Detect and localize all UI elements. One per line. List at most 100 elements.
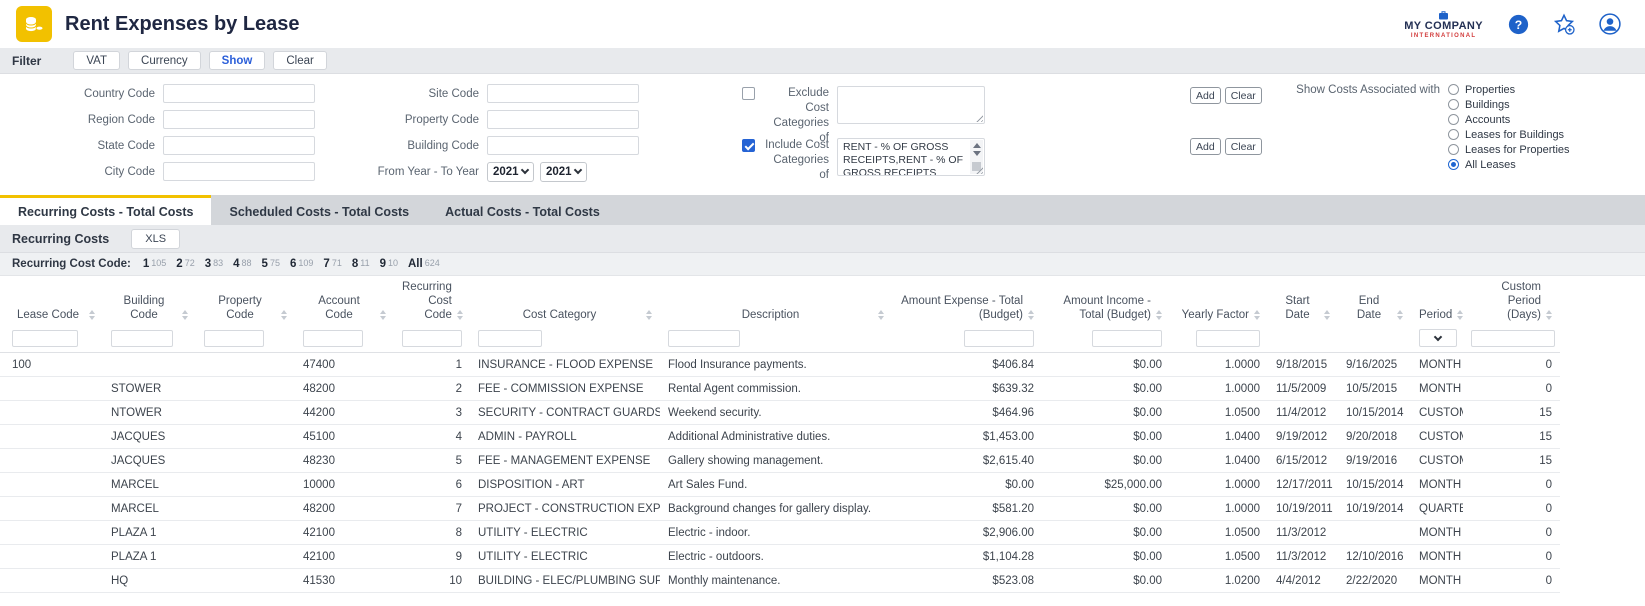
- sort-icon[interactable]: [1156, 310, 1162, 322]
- column-filter-lease-code[interactable]: [12, 329, 78, 347]
- page-link-4[interactable]: 4 88: [233, 258, 251, 270]
- column-filter-yearly-factor[interactable]: [1196, 329, 1260, 347]
- column-header-cost-category[interactable]: Cost Category: [470, 276, 660, 327]
- column-header-amount-expense-total-budget[interactable]: Amount Expense - Total (Budget): [892, 276, 1042, 327]
- vat-button[interactable]: VAT: [73, 51, 121, 70]
- xls-export-button[interactable]: XLS: [131, 228, 181, 249]
- column-filter-amount-expense-total-budget[interactable]: [964, 329, 1034, 347]
- page-link-9[interactable]: 9 10: [380, 258, 398, 270]
- column-filter-recurring-cost-code[interactable]: [402, 329, 462, 347]
- table-row[interactable]: NTOWER 44200 3 SECURITY - CONTRACT GUARDS We…: [0, 400, 1560, 425]
- column-header-amount-income-total-budget[interactable]: Amount Income - Total (Budget): [1042, 276, 1170, 327]
- column-header-lease-code[interactable]: Lease Code: [0, 276, 103, 327]
- page-link-7[interactable]: 7 71: [323, 258, 341, 270]
- filter-field-input-building-code[interactable]: [487, 136, 639, 155]
- column-filter-property-code[interactable]: [204, 329, 264, 347]
- page-link-8[interactable]: 8 11: [352, 258, 370, 270]
- add-button[interactable]: Add: [1190, 87, 1221, 104]
- costs-table: Lease Code Building Code Property Code Acco…: [0, 276, 1560, 593]
- exclude-cost-textarea[interactable]: [837, 86, 985, 124]
- sort-icon[interactable]: [1324, 310, 1330, 322]
- page-link-3[interactable]: 3 83: [205, 258, 223, 270]
- column-filter-cost-category[interactable]: [478, 329, 542, 347]
- table-row[interactable]: STOWER 48200 2 FEE - COMMISSION EXPENSE Rent…: [0, 376, 1560, 401]
- sort-icon[interactable]: [380, 310, 386, 322]
- column-header-start-date[interactable]: Start Date: [1268, 276, 1338, 327]
- filter-field-input-city-code[interactable]: [163, 162, 315, 181]
- column-filter-period[interactable]: [1419, 329, 1457, 347]
- page-link-5[interactable]: 5 75: [262, 258, 280, 270]
- column-header-yearly-factor[interactable]: Yearly Factor: [1170, 276, 1268, 327]
- sort-icon[interactable]: [1028, 310, 1034, 322]
- sort-icon[interactable]: [1254, 310, 1260, 322]
- to-year-select[interactable]: 2021: [540, 161, 587, 182]
- radio-option-leases-for-properties[interactable]: Leases for Properties: [1448, 142, 1570, 157]
- include-cost-checkbox[interactable]: [742, 139, 755, 152]
- tab-actual-costs-total-costs[interactable]: Actual Costs - Total Costs: [427, 195, 618, 225]
- radio-option-all-leases[interactable]: All Leases: [1448, 157, 1570, 172]
- include-cost-textarea[interactable]: RENT - % OF GROSS RECEIPTS,RENT - % OF G…: [837, 138, 985, 176]
- table-row[interactable]: JACQUES 45100 4 ADMIN - PAYROLL Additional A…: [0, 424, 1560, 449]
- table-row[interactable]: 100 47400 1 INSURANCE - FLOOD EXPENSE Flood …: [0, 352, 1560, 377]
- radio-option-accounts[interactable]: Accounts: [1448, 112, 1570, 127]
- page-link-1[interactable]: 1 105: [143, 258, 166, 270]
- column-header-description[interactable]: Description: [660, 276, 892, 327]
- scroll-up-icon[interactable]: [972, 143, 981, 148]
- page-link-2[interactable]: 2 72: [176, 258, 194, 270]
- table-row[interactable]: PLAZA 1 42100 8 UTILITY - ELECTRIC Electric …: [0, 520, 1560, 545]
- column-header-end-date[interactable]: End Date: [1338, 276, 1411, 327]
- filter-field-input-property-code[interactable]: [487, 110, 639, 129]
- clear-button[interactable]: Clear: [273, 51, 327, 70]
- table-row[interactable]: PLAZA 1 42100 9 UTILITY - ELECTRIC Electric …: [0, 544, 1560, 569]
- sort-icon[interactable]: [878, 310, 884, 322]
- tab-scheduled-costs-total-costs[interactable]: Scheduled Costs - Total Costs: [211, 195, 427, 225]
- cell-description: Electric - indoor.: [660, 520, 892, 545]
- currency-button[interactable]: Currency: [128, 51, 201, 70]
- filter-field-input-site-code[interactable]: [487, 84, 639, 103]
- column-filter-description[interactable]: [668, 329, 740, 347]
- sort-icon[interactable]: [456, 310, 463, 322]
- filter-field-input-country-code[interactable]: [163, 84, 315, 103]
- column-filter-account-code[interactable]: [303, 329, 363, 347]
- table-row[interactable]: MARCEL 482007PROJECT - CONSTRUCTION EXPEN…: [0, 496, 1560, 521]
- page-link-all[interactable]: All 624: [408, 258, 440, 270]
- page-link-6[interactable]: 6 109: [290, 258, 313, 270]
- sort-icon[interactable]: [646, 310, 652, 322]
- column-filter-building-code[interactable]: [111, 329, 173, 347]
- column-header-recurring-cost-code[interactable]: Recurring Cost Code: [394, 276, 470, 327]
- table-row[interactable]: HQ 4153010BUILDING - ELEC/PLUMBING SUPPLI…: [0, 568, 1560, 593]
- column-header-building-code[interactable]: Building Code: [103, 276, 196, 327]
- filter-field-input-state-code[interactable]: [163, 136, 315, 155]
- table-row[interactable]: MARCEL 10000 6 DISPOSITION - ART Art Sales F…: [0, 472, 1560, 497]
- radio-option-properties[interactable]: Properties: [1448, 82, 1570, 97]
- help-icon[interactable]: ?: [1507, 13, 1529, 35]
- user-icon[interactable]: [1599, 13, 1621, 35]
- tab-recurring-costs-total-costs[interactable]: Recurring Costs - Total Costs: [0, 195, 212, 225]
- scroll-down-icon[interactable]: [972, 151, 981, 156]
- column-header-custom-period-days[interactable]: Custom Period (Days): [1463, 276, 1560, 327]
- column-header-period[interactable]: Period: [1411, 276, 1464, 327]
- sort-icon[interactable]: [1457, 310, 1464, 322]
- column-header-property-code[interactable]: Property Code: [196, 276, 295, 327]
- add-button[interactable]: Add: [1190, 138, 1221, 155]
- clear-button[interactable]: Clear: [1224, 138, 1262, 155]
- sort-icon[interactable]: [89, 310, 95, 322]
- radio-option-leases-for-buildings[interactable]: Leases for Buildings: [1448, 127, 1570, 142]
- sort-icon[interactable]: [182, 310, 188, 322]
- filter-field-input-region-code[interactable]: [163, 110, 315, 129]
- column-filter-amount-income-total-budget[interactable]: [1092, 329, 1162, 347]
- exclude-cost-checkbox[interactable]: [742, 87, 755, 100]
- show-button[interactable]: Show: [208, 51, 266, 70]
- sort-icon[interactable]: [1546, 310, 1552, 322]
- sort-icon[interactable]: [281, 310, 287, 322]
- cell-property-code: [196, 520, 295, 545]
- table-row[interactable]: JACQUES 48230 5 FEE - MANAGEMENT EXPENSE Gal…: [0, 448, 1560, 473]
- column-filter-custom-period-days[interactable]: [1471, 329, 1555, 347]
- sort-icon[interactable]: [1397, 310, 1403, 322]
- column-header-account-code[interactable]: Account Code: [295, 276, 394, 327]
- star-plus-icon[interactable]: [1553, 13, 1575, 35]
- radio-option-buildings[interactable]: Buildings: [1448, 97, 1570, 112]
- resize-handle-icon[interactable]: [974, 113, 983, 122]
- from-year-select[interactable]: 2021: [487, 161, 534, 182]
- cell-period: MONTH: [1411, 520, 1463, 545]
